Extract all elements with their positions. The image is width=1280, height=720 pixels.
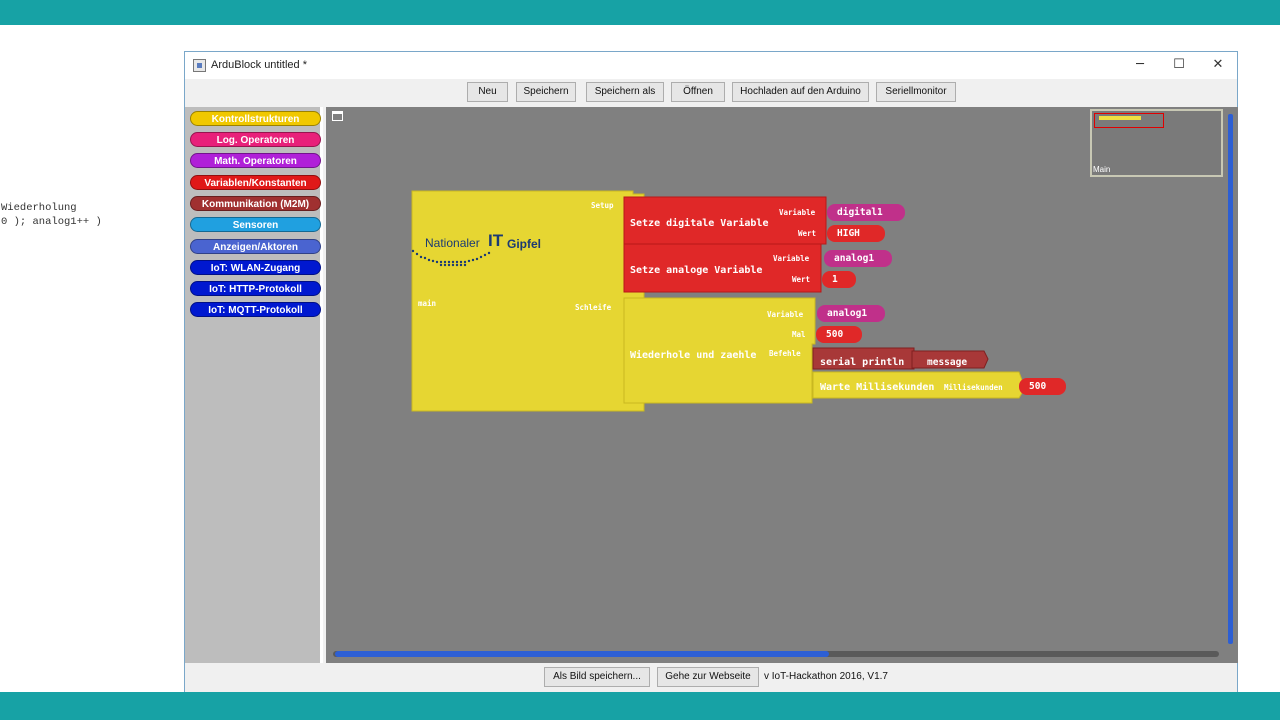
category-iot-http[interactable]: IoT: HTTP-Protokoll xyxy=(190,281,321,296)
wait-arg-pill[interactable]: 500 xyxy=(1019,378,1066,395)
new-button[interactable]: Neu xyxy=(467,82,508,102)
open-button[interactable]: Öffnen xyxy=(671,82,725,102)
toolbar: Neu Speichern Speichern als Öffnen Hochl… xyxy=(185,79,1237,107)
category-math-operatoren[interactable]: Math. Operatoren xyxy=(190,153,321,168)
serial-monitor-button[interactable]: Seriellmonitor xyxy=(876,82,956,102)
repeat-block-label[interactable]: Wiederhole und zaehle xyxy=(630,350,756,361)
code-line: 0 ); analog1++ ) xyxy=(1,216,102,228)
loop-label: Schleife xyxy=(575,303,612,312)
category-iot-mqtt[interactable]: IoT: MQTT-Protokoll xyxy=(190,302,321,317)
analog-val-label: Wert xyxy=(792,275,811,284)
digital-var-pill[interactable]: digital1 xyxy=(827,204,905,221)
block-shapes xyxy=(411,190,1026,412)
save-as-button[interactable]: Speichern als xyxy=(586,82,664,102)
maximize-button[interactable]: ☐ xyxy=(1160,52,1198,79)
vertical-scrollbar-thumb[interactable] xyxy=(1228,114,1233,644)
background-code-editor: Wiederholung 0 ); analog1++ ) xyxy=(0,25,184,692)
bottom-bar: Als Bild speichern... Gehe zur Webseite … xyxy=(185,663,1237,693)
java-app-icon xyxy=(193,59,206,72)
top-teal-bar xyxy=(0,0,1280,25)
close-button[interactable]: ✕ xyxy=(1199,52,1237,79)
analog-block-label[interactable]: Setze analoge Variable xyxy=(630,265,762,276)
minimap-block-preview xyxy=(1099,116,1141,120)
block-palette: Kontrollstrukturen Log. Operatoren Math.… xyxy=(185,107,323,663)
category-anzeigen-aktoren[interactable]: Anzeigen/Aktoren xyxy=(190,239,321,254)
main-block-shape xyxy=(411,190,645,412)
setup-label: Setup xyxy=(591,201,614,210)
code-line: Wiederholung xyxy=(1,202,77,214)
wait-arg-label: Millisekunden xyxy=(944,383,1003,392)
main-label: main xyxy=(418,299,437,308)
category-kontrollstrukturen[interactable]: Kontrollstrukturen xyxy=(190,111,321,126)
digital-val-pill[interactable]: HIGH xyxy=(827,225,885,242)
analog-var-pill[interactable]: analog1 xyxy=(824,250,892,267)
version-label: v IoT-Hackathon 2016, V1.7 xyxy=(764,671,888,682)
website-button[interactable]: Gehe zur Webseite xyxy=(657,667,759,687)
workspace-canvas[interactable]: main Setup Schleife Nationaler IT Gipfel… xyxy=(326,107,1226,663)
category-sensoren[interactable]: Sensoren xyxy=(190,217,321,232)
save-button[interactable]: Speichern xyxy=(516,82,576,102)
category-variablen-konstanten[interactable]: Variablen/Konstanten xyxy=(190,175,321,190)
minimap[interactable]: Main xyxy=(1090,109,1223,177)
repeat-count-label: Mal xyxy=(792,330,806,339)
minimize-button[interactable]: ─ xyxy=(1121,52,1159,79)
analog-val-pill[interactable]: 1 xyxy=(822,271,856,288)
category-iot-wlan[interactable]: IoT: WLAN-Zugang xyxy=(190,260,321,275)
println-block-label[interactable]: serial println xyxy=(820,357,904,368)
repeat-var-label: Variable xyxy=(767,310,804,319)
ardublock-window: ArduBlock untitled * ─ ☐ ✕ Neu Speichern… xyxy=(184,51,1238,693)
repeat-cmd-label: Befehle xyxy=(769,349,801,358)
digital-val-label: Wert xyxy=(798,229,817,238)
title-bar: ArduBlock untitled * ─ ☐ ✕ xyxy=(185,52,1237,79)
analog-var-label: Variable xyxy=(773,254,810,263)
wait-block-label[interactable]: Warte Millisekunden xyxy=(820,382,934,393)
category-kommunikation[interactable]: Kommunikation (M2M) xyxy=(190,196,321,211)
minimap-label: Main xyxy=(1093,165,1111,174)
println-arg-label[interactable]: message xyxy=(927,357,967,368)
nationaler-it-gipfel-logo: Nationaler IT Gipfel xyxy=(411,231,561,271)
repeat-var-pill[interactable]: analog1 xyxy=(817,305,885,322)
category-log-operatoren[interactable]: Log. Operatoren xyxy=(190,132,321,147)
window-title: ArduBlock untitled * xyxy=(211,59,307,71)
digital-var-label: Variable xyxy=(779,208,816,217)
logo-dots-graphic xyxy=(411,249,491,267)
repeat-count-pill[interactable]: 500 xyxy=(816,326,862,343)
digital-block-label[interactable]: Setze digitale Variable xyxy=(630,218,768,229)
upload-button[interactable]: Hochladen auf den Arduino xyxy=(732,82,869,102)
bottom-teal-bar xyxy=(0,692,1280,720)
save-image-button[interactable]: Als Bild speichern... xyxy=(544,667,650,687)
horizontal-scrollbar-thumb[interactable] xyxy=(335,651,829,657)
